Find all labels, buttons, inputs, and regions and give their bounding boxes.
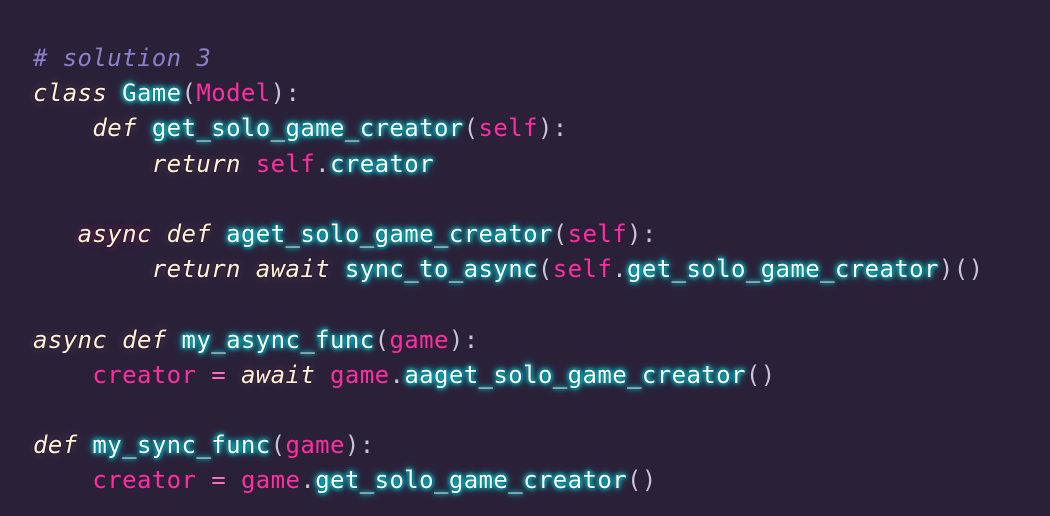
code-line: async def aget_solo_game_creator(self): (33, 217, 1050, 252)
code-token-kw-async: async (77, 219, 152, 248)
code-line: creator = game.get_solo_game_creator() (33, 463, 1050, 498)
code-token-punct: . (612, 255, 628, 284)
code-token-punct: ): (537, 114, 568, 143)
code-token-param: game (330, 360, 390, 389)
code-token-param: creator (92, 466, 197, 495)
code-token-punct: ): (344, 431, 375, 460)
code-token-name: Game (122, 79, 182, 108)
code-token-punct: ( (270, 431, 286, 460)
code-token-param: game (240, 466, 301, 495)
code-line: class Game(Model): (33, 76, 1050, 111)
code-token-self: self (567, 219, 628, 248)
code-token-param: Model (196, 79, 271, 108)
code-token-punct: ): (270, 79, 301, 108)
code-token-punct: . (300, 466, 316, 495)
code-token-keyword: await (255, 255, 331, 284)
code-token-keyword: def (92, 114, 137, 143)
code-token-param: creator (92, 360, 197, 389)
code-token-keyword: def (122, 325, 167, 354)
code-token-punct: . (315, 149, 331, 178)
code-token-keyword: class (33, 79, 108, 108)
code-line: async def my_async_func(game): (33, 323, 1050, 358)
code-token-self: self (255, 149, 316, 178)
code-token-op: = (211, 360, 227, 389)
code-token-func: my_async_func (181, 325, 375, 354)
code-line: def my_sync_func(game): (33, 428, 1050, 463)
code-token-param: game (389, 325, 449, 354)
code-token-keyword: return (151, 255, 241, 284)
code-token-self: self (552, 255, 613, 284)
code-token-punct: () (745, 360, 776, 389)
code-token-punct: ( (181, 79, 197, 108)
code-token-punct: ): (448, 325, 479, 354)
code-token-param: game (285, 431, 345, 460)
code-editor[interactable]: # solution 3 class Game(Model): def get_s… (0, 0, 1050, 516)
code-token-punct: ( (374, 325, 390, 354)
code-token-func: my_sync_func (92, 431, 271, 460)
code-token-self: self (478, 114, 538, 143)
code-token-func: sync_to_async (344, 255, 538, 284)
code-token-comment: # solution 3 (33, 44, 212, 72)
code-token-punct: ( (552, 219, 568, 248)
code-token-func: get_solo_game_creator (151, 114, 464, 143)
code-line: def get_solo_game_creator(self): (33, 111, 1050, 146)
code-token-keyword: return (151, 149, 241, 178)
code-token-keyword: await (240, 360, 316, 389)
code-token-punct: ( (537, 255, 553, 284)
code-line: creator = await game.aaget_solo_game_cre… (33, 358, 1050, 393)
code-line: # solution 3 (33, 41, 1050, 76)
code-token-punct: ): (627, 219, 657, 248)
code-line: return self.creator (33, 147, 1050, 182)
code-line: return await sync_to_async(self.get_solo… (33, 252, 1050, 287)
code-token-op: = (211, 466, 227, 495)
code-token-func: creator (330, 149, 434, 178)
code-token-func: aaget_solo_game_creator (404, 360, 746, 389)
code-token-keyword: def (166, 219, 212, 248)
code-token-func: get_solo_game_creator (627, 255, 939, 284)
code-token-func: aget_solo_game_creator (226, 219, 553, 248)
code-token-keyword: def (33, 431, 78, 460)
code-token-keyword: async (33, 325, 108, 354)
code-token-punct: . (389, 360, 405, 389)
code-token-punct: () (627, 466, 657, 495)
code-token-punct: )() (938, 255, 984, 284)
code-token-punct: ( (463, 114, 479, 143)
code-token-func: get_solo_game_creator (315, 466, 628, 495)
